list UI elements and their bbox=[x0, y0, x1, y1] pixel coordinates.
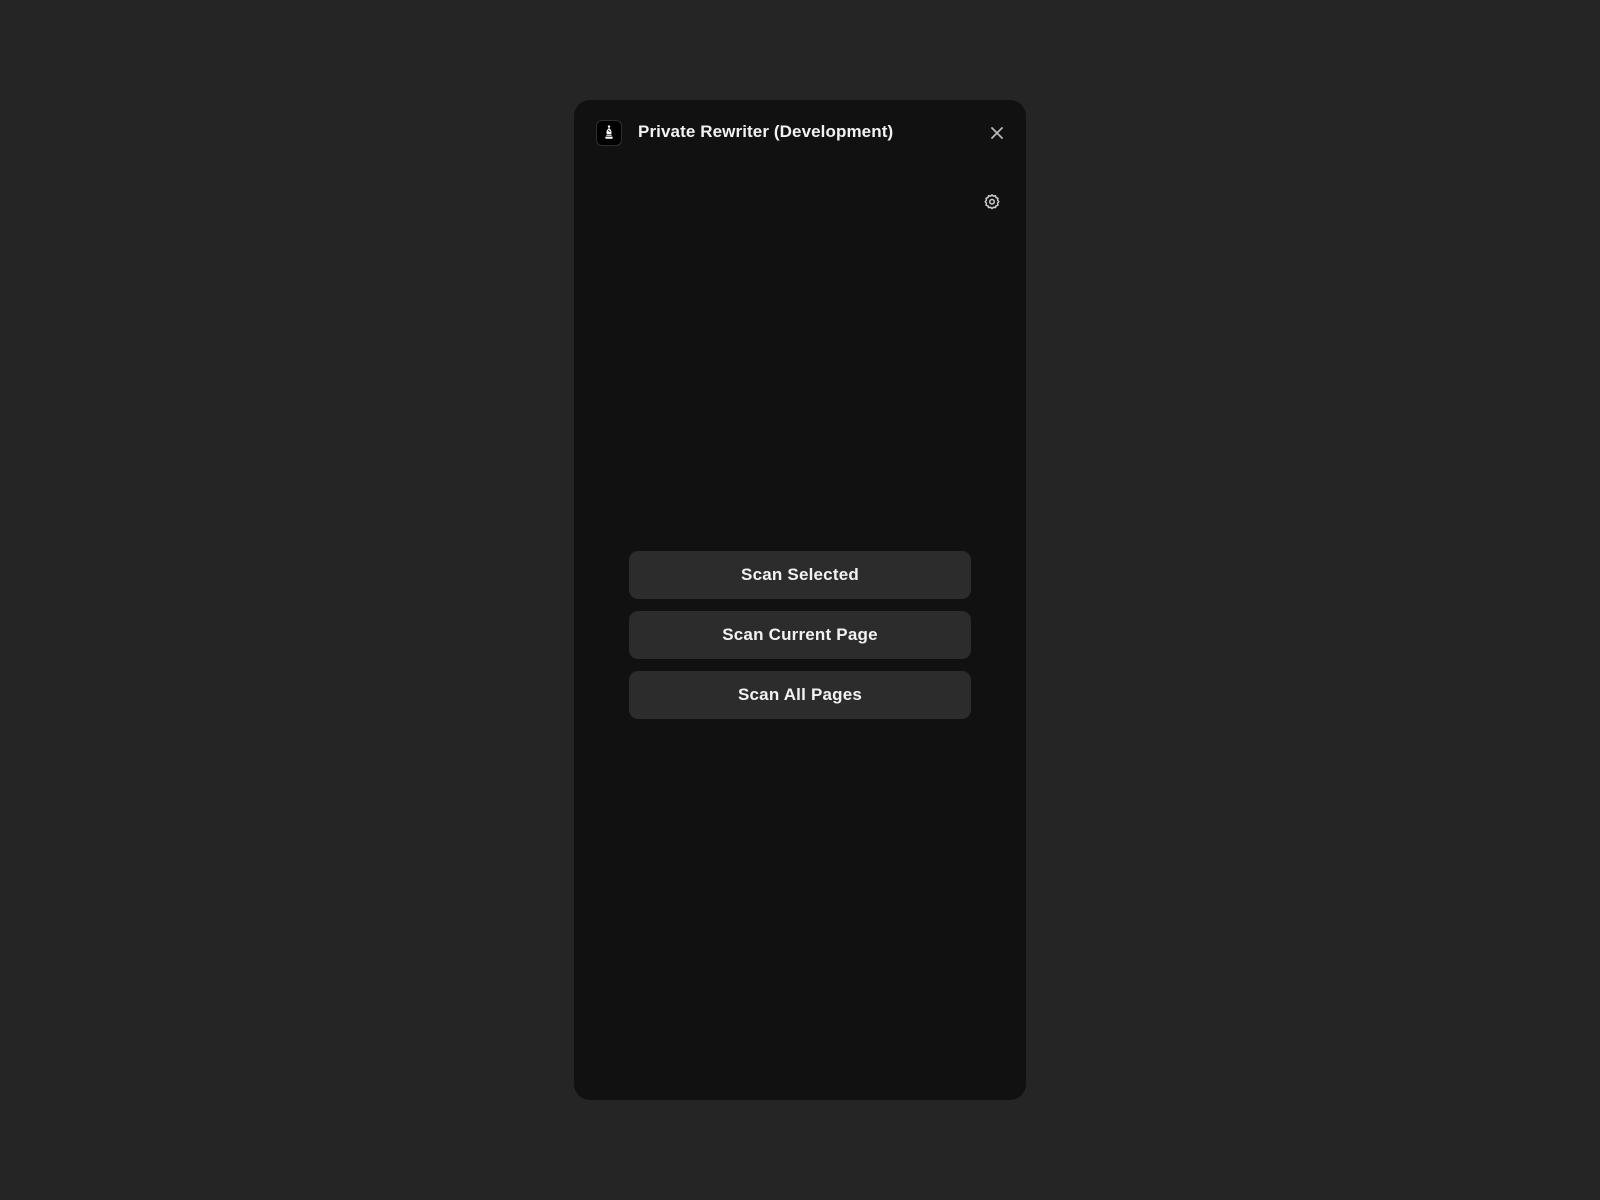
scan-all-pages-button[interactable]: Scan All Pages bbox=[629, 671, 971, 719]
scan-current-page-button[interactable]: Scan Current Page bbox=[629, 611, 971, 659]
scan-actions: Scan Selected Scan Current Page Scan All… bbox=[629, 551, 971, 731]
close-icon bbox=[991, 127, 1003, 139]
bishop-chess-icon bbox=[605, 125, 613, 139]
settings-button[interactable] bbox=[982, 192, 1002, 212]
app-title: Private Rewriter (Development) bbox=[638, 122, 894, 141]
plugin-panel: Private Rewriter (Development) Scan Sele… bbox=[574, 100, 1026, 1100]
panel-header: Private Rewriter (Development) bbox=[574, 100, 1026, 170]
scan-selected-button[interactable]: Scan Selected bbox=[629, 551, 971, 599]
app-icon bbox=[596, 120, 622, 146]
gear-icon bbox=[984, 194, 1000, 210]
close-button[interactable] bbox=[988, 124, 1006, 142]
